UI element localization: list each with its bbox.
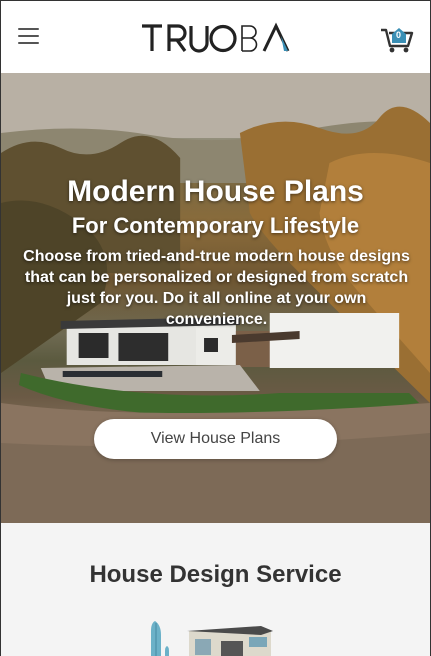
shopping-cart-icon[interactable]: 0 xyxy=(379,22,415,54)
site-header: 0 xyxy=(1,0,430,73)
view-house-plans-button[interactable]: View House Plans xyxy=(94,419,337,459)
truoba-logo[interactable] xyxy=(140,18,296,58)
hero-banner: Modern House Plans For Contemporary Life… xyxy=(1,73,430,523)
section-title: House Design Service xyxy=(89,561,342,588)
hamburger-menu-icon[interactable] xyxy=(18,28,42,48)
hero-subtitle: For Contemporary Lifestyle xyxy=(71,213,360,238)
house-design-service-section: House Design Service xyxy=(1,523,430,656)
house-illustration xyxy=(151,621,273,656)
hero-description: Choose from tried-and-true modern house … xyxy=(23,248,410,328)
hero-title: Modern House Plans xyxy=(67,175,364,208)
page: 0 Modern House Plans For Contemporary Li… xyxy=(0,0,431,656)
cart-count-badge: 0 xyxy=(395,30,401,40)
